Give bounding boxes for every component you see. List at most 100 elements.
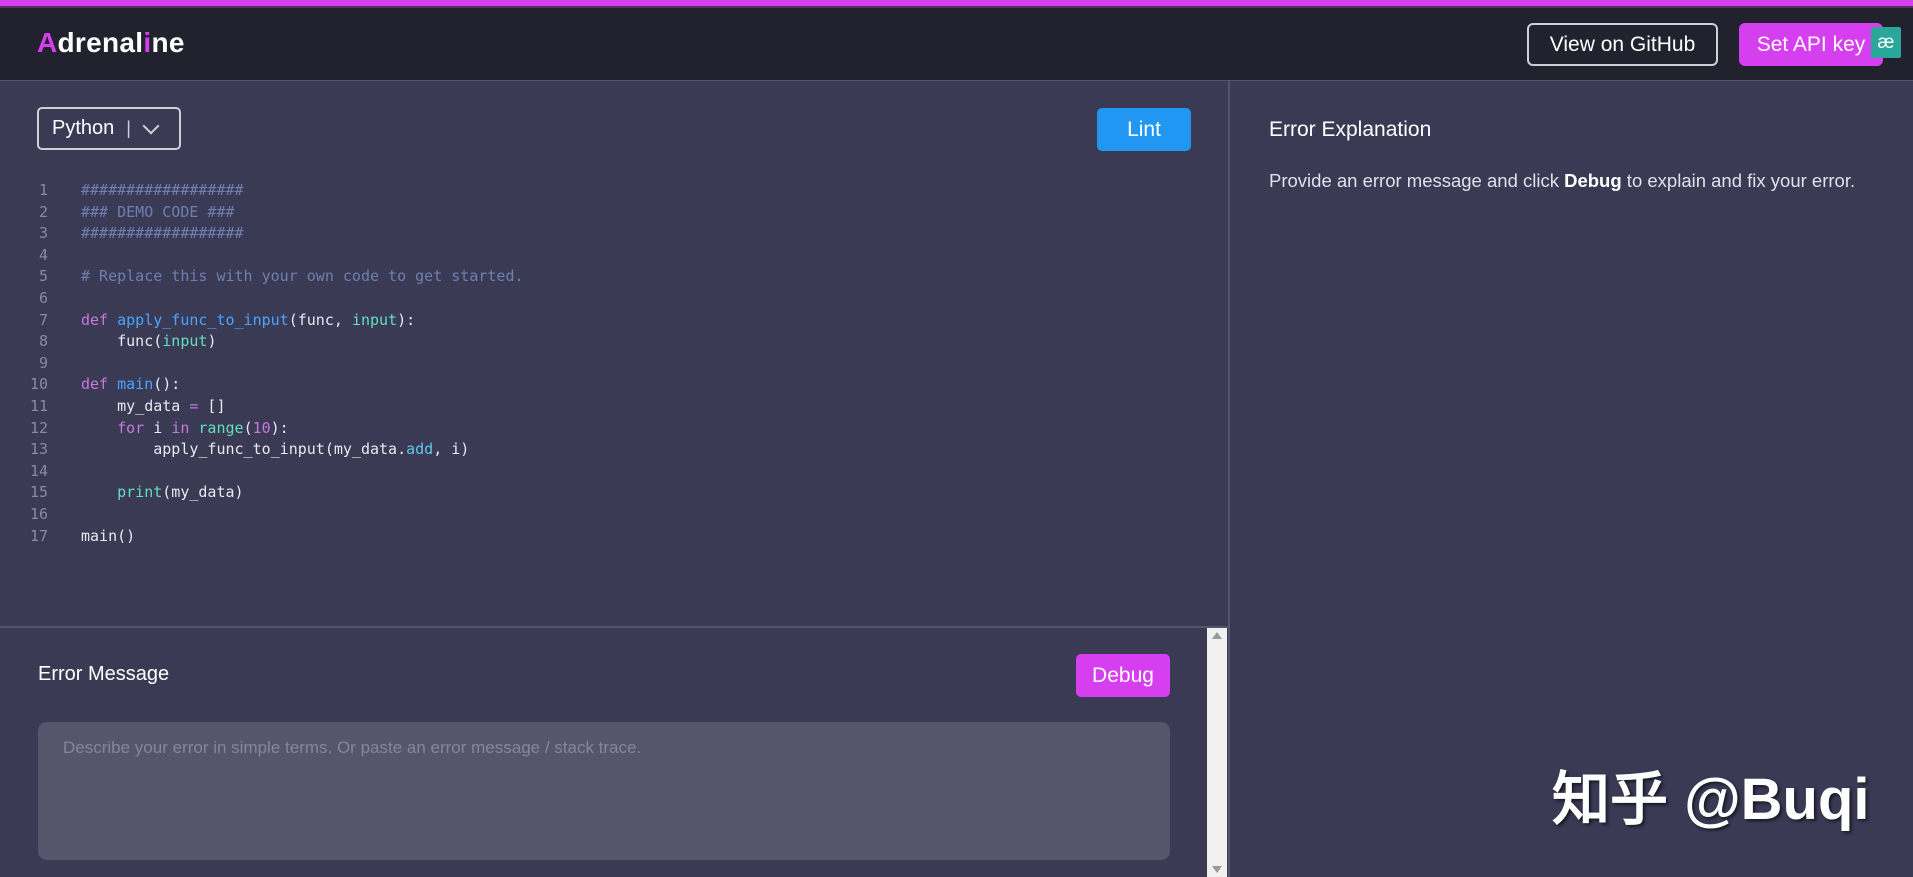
code-token: # Replace this with your own code to get… bbox=[81, 267, 524, 286]
code-token: (my_data) bbox=[162, 483, 244, 502]
line-number: 14 bbox=[29, 461, 48, 480]
line-number: 8 bbox=[38, 332, 48, 351]
code-token: (func, bbox=[288, 310, 352, 329]
code-token: for bbox=[117, 418, 145, 437]
code-token: main bbox=[117, 375, 154, 394]
code-token: func( bbox=[81, 332, 163, 351]
code-token: ################## bbox=[81, 181, 244, 199]
code-line[interactable]: 17 main() bbox=[0, 526, 1228, 548]
code-line[interactable]: 14 bbox=[0, 461, 1228, 483]
code-token: ### DEMO CODE ### bbox=[81, 202, 235, 221]
code-token: add bbox=[406, 440, 434, 459]
line-number: 13 bbox=[29, 440, 48, 459]
line-number: 15 bbox=[29, 483, 48, 502]
line-content: print(my_data) bbox=[81, 482, 244, 504]
line-number: 12 bbox=[29, 418, 48, 437]
line-number: 7 bbox=[38, 310, 48, 329]
line-number: 17 bbox=[29, 526, 48, 545]
line-content: ### DEMO CODE ### bbox=[81, 202, 235, 224]
line-content: for i in range(10): bbox=[81, 418, 289, 440]
line-number: 16 bbox=[29, 504, 48, 523]
code-token: 10 bbox=[252, 418, 271, 437]
code-token: input bbox=[162, 332, 208, 351]
code-token: ( bbox=[243, 418, 253, 437]
code-token: apply_func_to_input bbox=[117, 310, 289, 329]
code-line[interactable]: 1 ################## bbox=[0, 180, 1228, 202]
line-content: apply_func_to_input(my_data.add, i) bbox=[81, 439, 469, 461]
lint-button[interactable]: Lint bbox=[1097, 108, 1191, 151]
set-api-key-button[interactable]: Set API key bbox=[1739, 23, 1883, 66]
line-content: # Replace this with your own code to get… bbox=[81, 266, 524, 288]
app-logo[interactable]: Adrenaline bbox=[37, 27, 185, 59]
line-content: my_data = [] bbox=[81, 396, 226, 418]
code-line[interactable]: 9 bbox=[0, 353, 1228, 375]
logo-text-end: ne bbox=[151, 27, 185, 58]
line-number: 5 bbox=[38, 267, 48, 286]
code-editor[interactable]: 1 ################## 2 ### DEMO CODE ### 3 ##… bbox=[0, 180, 1228, 547]
code-token: def bbox=[81, 375, 118, 394]
scroll-up-arrow-icon[interactable] bbox=[1212, 632, 1222, 639]
code-token: def bbox=[81, 310, 118, 329]
scroll-down-arrow-icon[interactable] bbox=[1212, 866, 1222, 873]
line-number: 11 bbox=[29, 396, 48, 415]
code-line[interactable]: 5 # Replace this with your own code to ge… bbox=[0, 266, 1228, 288]
code-token: i bbox=[144, 418, 172, 437]
code-line[interactable]: 3 ################## bbox=[0, 223, 1228, 245]
line-number: 9 bbox=[38, 353, 48, 372]
code-line[interactable]: 7 def apply_func_to_input(func, input): bbox=[0, 310, 1228, 332]
code-line[interactable]: 8 func(input) bbox=[0, 331, 1228, 353]
error-message-title: Error Message bbox=[38, 663, 170, 685]
logo-text-mid: drenal bbox=[57, 27, 144, 58]
code-line[interactable]: 11 my_data = [] bbox=[0, 396, 1228, 418]
view-on-github-button[interactable]: View on GitHub bbox=[1527, 23, 1718, 66]
error-explanation-text: Provide an error message and click Debug… bbox=[1269, 170, 1855, 192]
code-token: (): bbox=[153, 375, 181, 394]
language-select-value: Python bbox=[52, 117, 115, 139]
top-accent-bar bbox=[0, 0, 1913, 8]
line-number: 2 bbox=[38, 202, 48, 221]
language-select[interactable]: Python | bbox=[37, 107, 181, 150]
code-token: my_data bbox=[81, 396, 190, 415]
code-token: , i) bbox=[433, 440, 470, 459]
code-line[interactable]: 10 def main(): bbox=[0, 374, 1228, 396]
code-line[interactable]: 15 print(my_data) bbox=[0, 482, 1228, 504]
explanation-text-after: to explain and fix your error. bbox=[1621, 170, 1856, 191]
code-token: in bbox=[171, 418, 190, 437]
code-line[interactable]: 4 bbox=[0, 245, 1228, 267]
line-number: 10 bbox=[29, 375, 48, 394]
line-content: def main(): bbox=[81, 374, 180, 396]
line-number: 1 bbox=[38, 181, 48, 199]
code-line[interactable]: 6 bbox=[0, 288, 1228, 310]
explanation-text-before: Provide an error message and click bbox=[1269, 170, 1565, 191]
line-number: 4 bbox=[38, 245, 48, 264]
select-separator: | bbox=[126, 118, 131, 138]
code-token: print bbox=[117, 483, 163, 502]
line-number: 6 bbox=[38, 288, 48, 307]
line-content: ################## bbox=[81, 180, 244, 202]
error-message-input[interactable] bbox=[38, 722, 1170, 860]
line-number: 3 bbox=[38, 224, 48, 243]
editor-error-divider[interactable] bbox=[0, 626, 1228, 628]
code-token: ################## bbox=[81, 224, 244, 243]
watermark: 知乎 @Buqi bbox=[1552, 767, 1870, 832]
code-line[interactable]: 13 apply_func_to_input(my_data.add, i) bbox=[0, 439, 1228, 461]
code-line[interactable]: 2 ### DEMO CODE ### bbox=[0, 202, 1228, 224]
error-panel-scrollbar[interactable] bbox=[1207, 628, 1227, 877]
code-token: [] bbox=[198, 396, 226, 415]
extension-badge-icon[interactable]: æ bbox=[1871, 27, 1901, 58]
line-content: func(input) bbox=[81, 331, 216, 353]
error-explanation-title: Error Explanation bbox=[1269, 118, 1432, 141]
code-token: input bbox=[351, 310, 398, 329]
debug-button[interactable]: Debug bbox=[1076, 654, 1170, 697]
code-token: range bbox=[198, 418, 244, 437]
line-content: ################## bbox=[81, 223, 244, 245]
explanation-text-bold: Debug bbox=[1564, 170, 1622, 191]
code-token: ): bbox=[397, 310, 416, 329]
code-token: apply_func_to_input(my_data. bbox=[81, 440, 407, 459]
code-line[interactable]: 16 bbox=[0, 504, 1228, 526]
code-line[interactable]: 12 for i in range(10): bbox=[0, 418, 1228, 440]
line-content: def apply_func_to_input(func, input): bbox=[81, 310, 415, 332]
chevron-down-icon bbox=[142, 117, 160, 134]
